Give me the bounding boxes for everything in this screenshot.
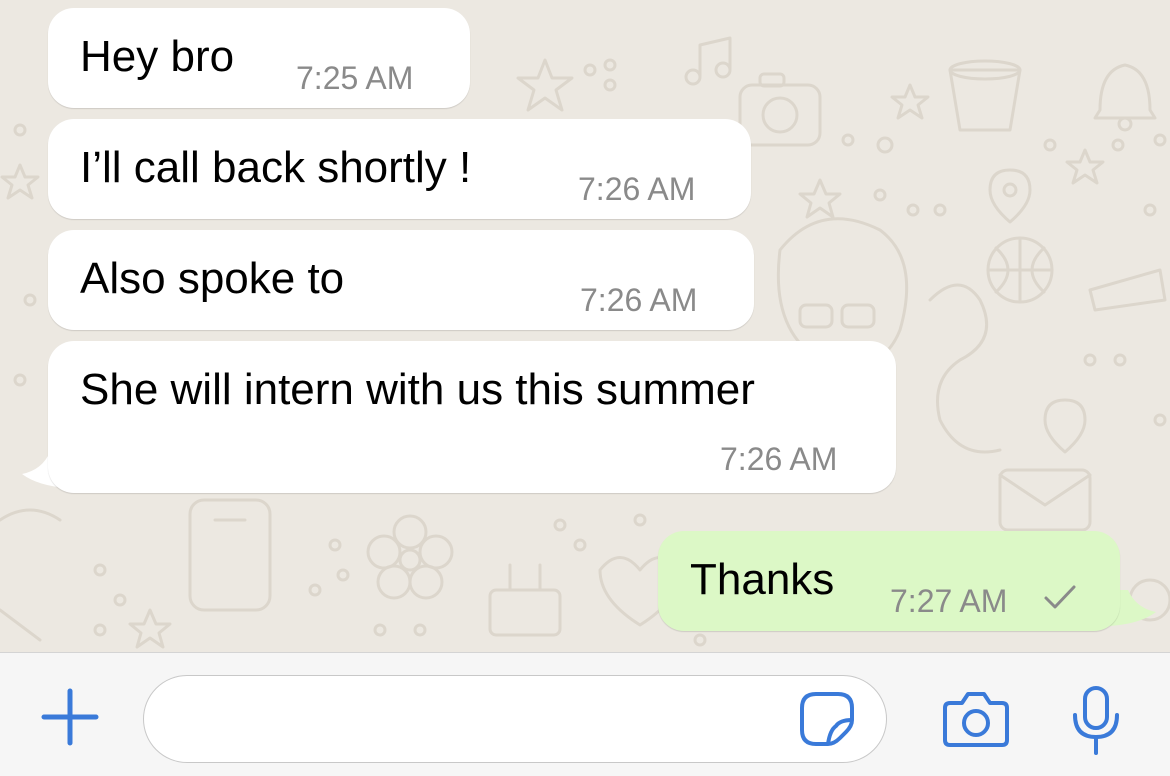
message-text: I’ll call back shortly ! bbox=[80, 143, 472, 192]
message-time: 7:26 AM bbox=[580, 282, 698, 318]
outgoing-message[interactable]: Thanks 7:27 AM bbox=[658, 531, 1120, 631]
message-input-field[interactable] bbox=[143, 675, 887, 763]
incoming-message[interactable]: Also spoke to 7:26 AM bbox=[48, 230, 754, 330]
message-text: Hey bro bbox=[80, 32, 235, 81]
camera-icon[interactable] bbox=[942, 689, 1010, 749]
message-time: 7:25 AM bbox=[296, 60, 414, 96]
incoming-message[interactable]: She will intern with us this summer 7:26… bbox=[48, 341, 896, 493]
sent-check-icon bbox=[1044, 585, 1076, 609]
message-time: 7:26 AM bbox=[720, 441, 838, 477]
message-text: Thanks bbox=[690, 555, 835, 604]
message-time: 7:26 AM bbox=[578, 171, 696, 207]
incoming-message[interactable]: Hey bro 7:25 AM bbox=[48, 8, 470, 108]
message-text: Also spoke to bbox=[80, 254, 345, 303]
message-text: She will intern with us this summer bbox=[80, 365, 755, 414]
chat-area[interactable]: Hey bro 7:25 AM I’ll call back shortly !… bbox=[0, 0, 1170, 652]
sticker-icon[interactable] bbox=[798, 690, 856, 748]
incoming-message[interactable]: I’ll call back shortly ! 7:26 AM bbox=[48, 119, 751, 219]
plus-icon[interactable] bbox=[38, 685, 102, 749]
microphone-icon[interactable] bbox=[1070, 685, 1122, 757]
message-time: 7:27 AM bbox=[890, 583, 1008, 619]
message-input[interactable] bbox=[168, 694, 792, 746]
message-composer bbox=[0, 652, 1170, 776]
